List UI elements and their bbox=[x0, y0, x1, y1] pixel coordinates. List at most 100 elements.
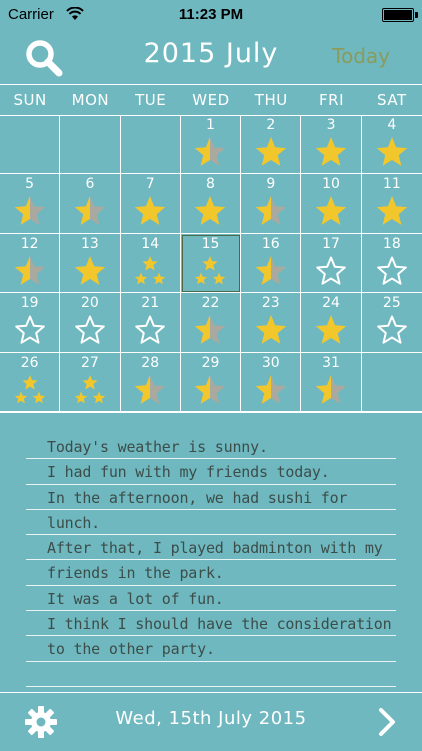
day-number: 31 bbox=[322, 354, 340, 371]
day-cell-14[interactable]: 14 bbox=[120, 233, 181, 294]
empty-star-icon bbox=[75, 315, 105, 344]
day-cell-8[interactable]: 8 bbox=[180, 174, 242, 234]
star-icon bbox=[315, 196, 347, 226]
calendar-grid: 1 2 3 4 5 6 7 8 9 10 11 12 13 14 15 16 17 18 19 20 21 22 23 24 2… bbox=[0, 115, 422, 413]
diary-line: Today's weather is sunny. bbox=[26, 434, 396, 460]
day-number: 28 bbox=[141, 354, 160, 371]
day-cell-5[interactable]: 5 bbox=[0, 174, 61, 234]
day-number: 4 bbox=[387, 117, 397, 133]
weekday-header: SUN MON TUE WED THU FRI SAT bbox=[0, 84, 422, 116]
day-number: 5 bbox=[25, 176, 35, 193]
star-icon bbox=[315, 315, 347, 345]
empty-star-icon bbox=[135, 315, 166, 344]
weekday-label: SAT bbox=[377, 91, 407, 109]
day-number: 12 bbox=[20, 235, 39, 252]
day-cell-22[interactable]: 22 bbox=[180, 293, 242, 353]
battery-icon bbox=[382, 8, 414, 22]
day-number: 23 bbox=[261, 295, 280, 312]
star-icon bbox=[195, 196, 226, 226]
clock-label: 11:23 PM bbox=[178, 6, 244, 23]
triple-star-icon bbox=[195, 255, 226, 285]
day-cell-10[interactable]: 10 bbox=[301, 174, 362, 234]
footer-bar: Wed, 15th July 2015 bbox=[0, 692, 422, 751]
diary-line: I think I should have the consideration bbox=[26, 611, 396, 637]
half-star-icon bbox=[255, 374, 286, 404]
half-star-icon bbox=[14, 196, 45, 226]
star-icon bbox=[255, 315, 286, 345]
day-cell-21[interactable]: 21 bbox=[120, 293, 181, 353]
day-cell-29[interactable]: 29 bbox=[180, 352, 242, 412]
status-bar: Carrier 11:23 PM bbox=[0, 0, 422, 30]
star-icon bbox=[376, 196, 408, 226]
day-cell-7[interactable]: 7 bbox=[120, 174, 181, 234]
half-star-icon bbox=[255, 196, 286, 226]
diary-line: In the afternoon, we had sushi for bbox=[26, 485, 396, 510]
chevron-right-icon[interactable] bbox=[378, 707, 396, 737]
day-cell-31[interactable]: 31 bbox=[301, 352, 362, 412]
day-cell-16[interactable]: 16 bbox=[241, 233, 302, 294]
day-cell-20[interactable]: 20 bbox=[60, 293, 121, 353]
star-icon bbox=[135, 196, 166, 226]
triple-star-icon bbox=[74, 374, 106, 403]
day-number: 15 bbox=[201, 235, 220, 252]
day-cell-26[interactable]: 26 bbox=[0, 352, 61, 412]
weekday-label: SUN bbox=[13, 91, 47, 109]
day-number: 6 bbox=[85, 176, 95, 193]
day-cell-4[interactable]: 4 bbox=[361, 115, 422, 175]
half-star-icon bbox=[195, 374, 226, 404]
diary-line: It was a lot of fun. bbox=[26, 586, 396, 612]
half-star-icon bbox=[255, 255, 286, 285]
day-number: 3 bbox=[326, 117, 336, 133]
day-cell-11[interactable]: 11 bbox=[361, 174, 422, 234]
day-cell-30[interactable]: 30 bbox=[241, 352, 302, 412]
day-cell-12[interactable]: 12 bbox=[0, 233, 61, 294]
day-number: 17 bbox=[322, 235, 340, 252]
day-cell-13[interactable]: 13 bbox=[60, 233, 121, 294]
day-cell-25[interactable]: 25 bbox=[361, 293, 422, 353]
weekday-label: MON bbox=[71, 91, 110, 109]
diary-line: to the other party. bbox=[26, 636, 396, 662]
day-number: 19 bbox=[20, 295, 39, 312]
diary-line: lunch. bbox=[26, 510, 396, 536]
day-cell-9[interactable]: 9 bbox=[241, 174, 302, 234]
day-number: 21 bbox=[141, 295, 160, 312]
day-number: 9 bbox=[266, 176, 276, 193]
day-cell-17[interactable]: 17 bbox=[301, 233, 362, 294]
half-star-icon bbox=[195, 315, 226, 345]
day-cell-1[interactable]: 1 bbox=[180, 115, 242, 175]
day-number: 24 bbox=[322, 295, 340, 312]
weekday-label: WED bbox=[192, 91, 230, 109]
empty-day-cell bbox=[0, 115, 61, 175]
today-button[interactable]: Today bbox=[332, 44, 390, 68]
day-cell-18[interactable]: 18 bbox=[361, 234, 422, 294]
day-number: 27 bbox=[81, 354, 99, 371]
half-star-icon bbox=[135, 374, 166, 404]
half-star-icon bbox=[74, 196, 106, 226]
day-number: 16 bbox=[261, 235, 280, 252]
day-cell-23[interactable]: 23 bbox=[241, 293, 302, 353]
triple-star-icon bbox=[14, 374, 45, 403]
empty-day-cell bbox=[60, 115, 121, 175]
empty-star-icon bbox=[377, 256, 407, 285]
diary-entry[interactable]: Today's weather is sunny. I had fun with … bbox=[26, 434, 396, 687]
day-number: 1 bbox=[206, 117, 215, 133]
day-number: 11 bbox=[382, 176, 401, 193]
day-cell-15[interactable]: 15 bbox=[180, 233, 242, 294]
day-cell-2[interactable]: 2 bbox=[241, 115, 302, 175]
day-cell-3[interactable]: 3 bbox=[301, 115, 362, 175]
half-star-icon bbox=[315, 374, 347, 404]
half-star-icon bbox=[195, 137, 226, 166]
day-number: 20 bbox=[81, 295, 99, 312]
day-cell-24[interactable]: 24 bbox=[301, 293, 362, 353]
diary-line: I had fun with my friends today. bbox=[26, 459, 396, 485]
day-number: 7 bbox=[145, 176, 155, 193]
day-cell-28[interactable]: 28 bbox=[120, 352, 181, 412]
empty-star-icon bbox=[14, 315, 45, 344]
star-icon bbox=[315, 137, 347, 166]
weekday-label: THU bbox=[254, 91, 288, 109]
diary-line bbox=[26, 662, 396, 687]
day-cell-19[interactable]: 19 bbox=[0, 293, 61, 353]
day-cell-27[interactable]: 27 bbox=[60, 352, 121, 412]
empty-star-icon bbox=[377, 315, 407, 344]
day-cell-6[interactable]: 6 bbox=[60, 174, 121, 234]
